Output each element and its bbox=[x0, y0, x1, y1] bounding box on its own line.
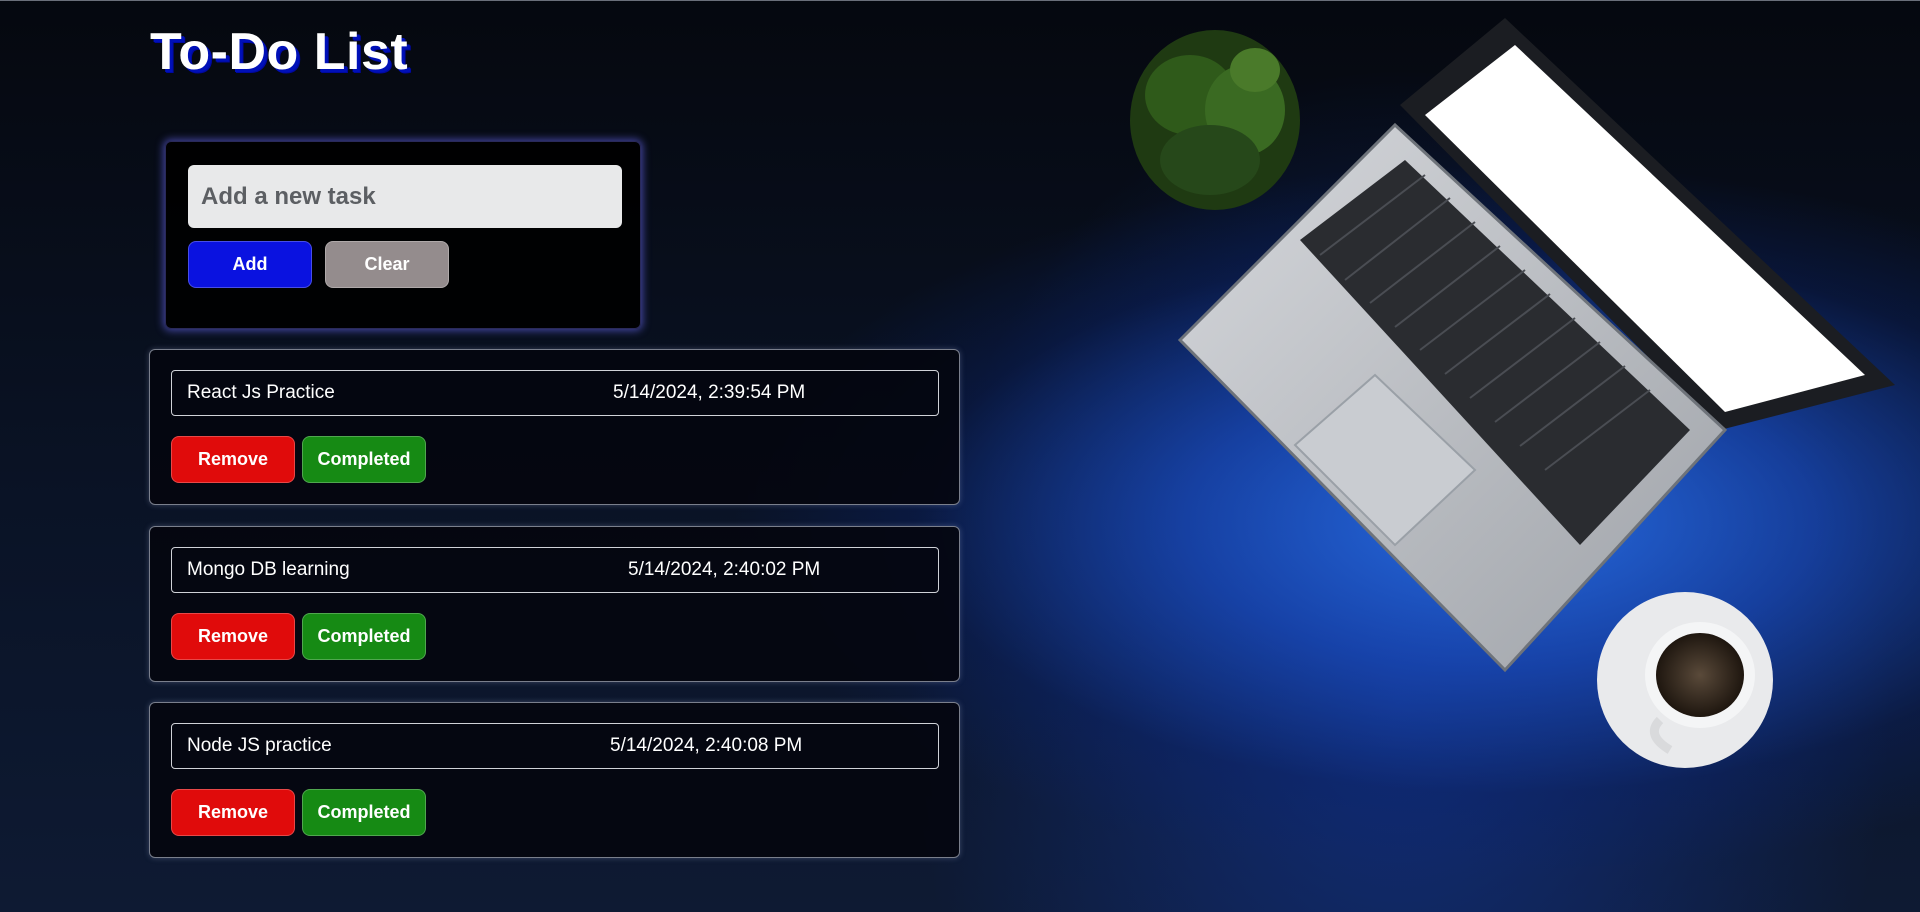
task-timestamp: 5/14/2024, 2:39:54 PM bbox=[613, 382, 806, 403]
top-border bbox=[0, 0, 1920, 1]
task-card: Mongo DB learning 5/14/2024, 2:40:02 PM … bbox=[149, 526, 960, 682]
add-button[interactable]: Add bbox=[188, 241, 312, 288]
page-title: To-Do List bbox=[150, 23, 409, 81]
task-name: React Js Practice bbox=[187, 382, 335, 403]
coffee-cup-image bbox=[1597, 592, 1773, 768]
remove-button[interactable]: Remove bbox=[171, 436, 295, 483]
task-timestamp: 5/14/2024, 2:40:08 PM bbox=[610, 735, 803, 756]
remove-button[interactable]: Remove bbox=[171, 613, 295, 660]
add-task-panel: Add Clear bbox=[165, 141, 641, 329]
new-task-input[interactable] bbox=[188, 165, 622, 228]
task-info-box: Mongo DB learning 5/14/2024, 2:40:02 PM bbox=[171, 547, 939, 593]
remove-button[interactable]: Remove bbox=[171, 789, 295, 836]
completed-button[interactable]: Completed bbox=[302, 789, 426, 836]
task-info-box: Node JS practice 5/14/2024, 2:40:08 PM bbox=[171, 723, 939, 769]
plant-image bbox=[1130, 30, 1300, 210]
task-timestamp: 5/14/2024, 2:40:02 PM bbox=[628, 559, 821, 580]
laptop-image bbox=[1177, 18, 1895, 673]
task-card: Node JS practice 5/14/2024, 2:40:08 PM R… bbox=[149, 702, 960, 858]
completed-button[interactable]: Completed bbox=[302, 613, 426, 660]
clear-button[interactable]: Clear bbox=[325, 241, 449, 288]
task-card: React Js Practice 5/14/2024, 2:39:54 PM … bbox=[149, 349, 960, 505]
completed-button[interactable]: Completed bbox=[302, 436, 426, 483]
task-name: Node JS practice bbox=[187, 735, 332, 756]
task-name: Mongo DB learning bbox=[187, 559, 350, 580]
task-info-box: React Js Practice 5/14/2024, 2:39:54 PM bbox=[171, 370, 939, 416]
